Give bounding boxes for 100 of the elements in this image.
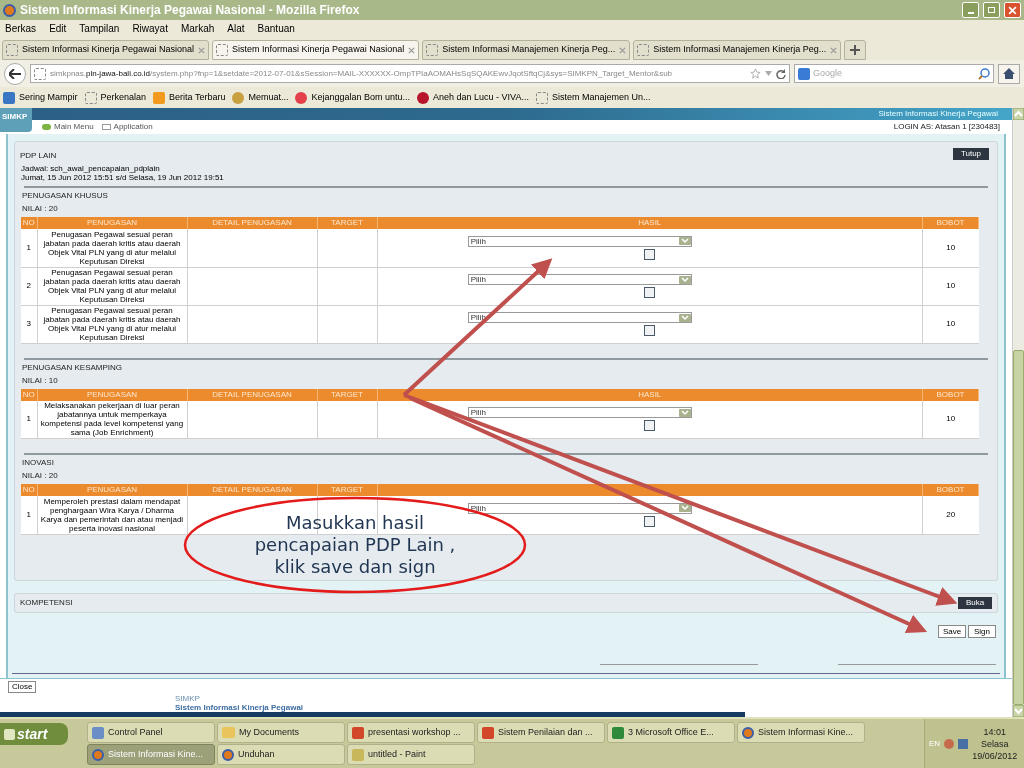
column-header: HASIL <box>377 217 923 229</box>
column-header: BOBOT <box>922 484 979 496</box>
checkbox[interactable] <box>644 420 656 432</box>
menu-item[interactable]: Berkas <box>5 21 37 36</box>
bookmark-item[interactable]: Berita Terbaru <box>153 90 226 105</box>
table-cell: 10 <box>922 267 979 305</box>
bookmark-item[interactable]: Sering Mampir <box>3 90 78 105</box>
column-header: PENUGASAN <box>37 217 187 229</box>
taskbar-item[interactable]: Sistem Informasi Kine... <box>737 722 865 743</box>
column-header: TARGET <box>317 484 377 496</box>
site-icon <box>34 67 46 80</box>
close-tab-icon[interactable] <box>619 46 627 54</box>
schedule-text: Jadwal: sch_awal_pencapaian_pdplain <box>21 164 160 173</box>
taskbar-item[interactable]: My Documents <box>217 722 345 743</box>
menu-item[interactable]: Alat <box>227 21 245 36</box>
column-header: TARGET <box>317 217 377 229</box>
scrollbar[interactable] <box>1012 108 1024 717</box>
close-tab-icon[interactable] <box>830 46 838 54</box>
address-field[interactable]: simkpnas.pln-jawa-bali.co.id/system.php?fnp=1&setdate=2012-07-01&sSession=MAIL-XXXXXX-OmpTPIaAOMAHsSqSQAKEwvJqotSftqCj&sys=SIMKPN_Target_Mentor&sub <box>30 64 790 83</box>
page-icon <box>6 44 18 56</box>
home-button[interactable] <box>998 63 1020 84</box>
firefox-icon <box>3 3 16 17</box>
nav-link[interactable]: Main Menu <box>42 121 94 133</box>
table-cell: 10 <box>922 229 979 267</box>
action-button[interactable]: Save <box>938 625 966 638</box>
table-cell: Penugasan Pegawai sesuai peran jabatan pada daerah kritis atau daerah Objek Vital PLN yang di atur melalui Keputusan Direksi <box>37 305 187 343</box>
taskbar-item[interactable]: presentasi workshop ... <box>347 722 475 743</box>
dropdown[interactable]: Pilih <box>467 274 692 285</box>
checkbox[interactable] <box>644 325 656 336</box>
bookmark-item[interactable]: Aneh dan Lucu - VIVA... <box>417 90 529 105</box>
close-button[interactable] <box>1004 2 1021 18</box>
tray-icon[interactable] <box>944 738 955 749</box>
back-button[interactable] <box>4 62 26 85</box>
taskbar-item[interactable]: Unduhan <box>217 744 345 765</box>
footer-logo: SIMKP <box>175 694 200 703</box>
taskbar-item[interactable]: Sistem Penilaian dan ... <box>477 722 605 743</box>
scroll-up-icon[interactable] <box>1013 108 1024 120</box>
checkbox[interactable] <box>644 515 656 527</box>
table-cell: 20 <box>922 496 979 534</box>
browser-tab[interactable]: Sistem Informasi Manajemen Kinerja Peg... <box>422 40 631 60</box>
clock-day: Selasa <box>980 737 1009 750</box>
dropdown[interactable]: Pilih <box>467 235 692 247</box>
minimize-button[interactable] <box>962 2 979 18</box>
column-header: NO <box>21 484 37 496</box>
taskbar-item[interactable]: untitled - Paint <box>347 744 475 765</box>
star-icon[interactable] <box>750 68 761 79</box>
url-text: simkpnas.pln-jawa-bali.co.id/system.php?fnp=1&setdate=2012-07-01&sSession=MAIL-XXXXXX-OmpTPIaAOMAHsSqSQAKEwvJqotSftqCj&sys=SIMKPN_Target_Mentor&sub <box>50 67 674 80</box>
browser-tab[interactable]: Sistem Informasi Kinerja Pegawai Nasional <box>2 40 210 60</box>
bookmark-item[interactable]: Sistem Manajemen Un... <box>535 90 651 105</box>
close-tab-icon[interactable] <box>198 46 206 54</box>
dropdown-arrow-icon[interactable] <box>765 71 772 76</box>
bookmark-item[interactable]: Perkenalan <box>84 90 147 105</box>
score-text: NILAI : 20 <box>22 471 58 481</box>
schedule-text: Jumat, 15 Jun 2012 15:51 s/d Selasa, 19 Jun 2012 19:51 <box>21 173 224 182</box>
close-tab-icon[interactable] <box>408 46 416 54</box>
page-icon <box>216 44 229 56</box>
restore-button[interactable] <box>983 2 1000 18</box>
plus-icon <box>850 45 861 55</box>
close-page-button[interactable]: Close <box>8 680 37 693</box>
menu-item[interactable]: Edit <box>49 21 67 36</box>
start-button[interactable]: start <box>0 723 68 745</box>
menu-item[interactable]: Riwayat <box>132 21 168 36</box>
nav-link[interactable]: Application <box>101 121 153 133</box>
score-text: NILAI : 10 <box>22 375 58 386</box>
bookmark-item[interactable]: Kejanggalan Bom untu... <box>295 90 411 105</box>
table-cell: Memperoleh prestasi dalam mendapat penghargaan Wira Karya / Dharma Karya dan pemerintah dan atau menjadi peserta inovasi nasional <box>37 496 187 534</box>
dropdown[interactable]: Pilih <box>467 502 692 514</box>
bookmark-item[interactable]: Memuat... <box>232 90 289 105</box>
open-button[interactable]: Buka <box>958 597 992 609</box>
back-arrow-icon <box>9 68 21 79</box>
search-icon[interactable] <box>978 67 990 80</box>
scroll-thumb[interactable] <box>1013 350 1024 705</box>
menu-item[interactable]: Bantuan <box>257 21 295 36</box>
close-icon[interactable] <box>1008 5 1017 15</box>
column-header: DETAIL PENUGASAN <box>187 388 317 401</box>
browser-tab[interactable]: Sistem Informasi Kinerja Pegawai Nasional <box>212 40 420 60</box>
section-title: INOVASI <box>22 458 54 468</box>
checkbox[interactable] <box>644 248 656 260</box>
taskbar-item[interactable]: Control Panel <box>87 722 215 743</box>
table-cell: 2 <box>21 267 37 305</box>
score-text: NILAI : 20 <box>22 204 58 214</box>
table-cell: 1 <box>21 400 37 439</box>
dropdown[interactable]: Pilih <box>467 407 692 419</box>
table-cell: Penugasan Pegawai sesuai peran jabatan pada daerah kritis atau daerah Objek Vital PLN yang di atur melalui Keputusan Direksi <box>37 267 187 305</box>
browser-tab[interactable]: Sistem Informasi Manajemen Kinerja Peg... <box>633 40 842 60</box>
close-panel-button[interactable]: Tutup <box>953 148 989 160</box>
reload-icon[interactable] <box>776 68 786 79</box>
section-title: PENUGASAN KHUSUS <box>22 191 108 201</box>
column-header: DETAIL PENUGASAN <box>187 217 317 229</box>
dropdown[interactable]: Pilih <box>467 312 692 323</box>
new-tab-button[interactable] <box>844 40 867 60</box>
taskbar-item[interactable]: 3 Microsoft Office E... <box>607 722 735 743</box>
checkbox[interactable] <box>644 287 656 298</box>
table-cell: 1 <box>21 229 37 267</box>
table-cell: Penugasan Pegawai sesuai peran jabatan pada daerah kritis atau daerah Objek Vital PLN yang di atur melalui Keputusan Direksi <box>37 229 187 267</box>
menu-item[interactable]: Tampilan <box>79 21 120 36</box>
scroll-down-icon[interactable] <box>1013 705 1024 717</box>
menu-item[interactable]: Markah <box>180 21 215 36</box>
action-button[interactable]: Sign <box>968 625 996 638</box>
fox-globe-icon <box>92 748 104 761</box>
